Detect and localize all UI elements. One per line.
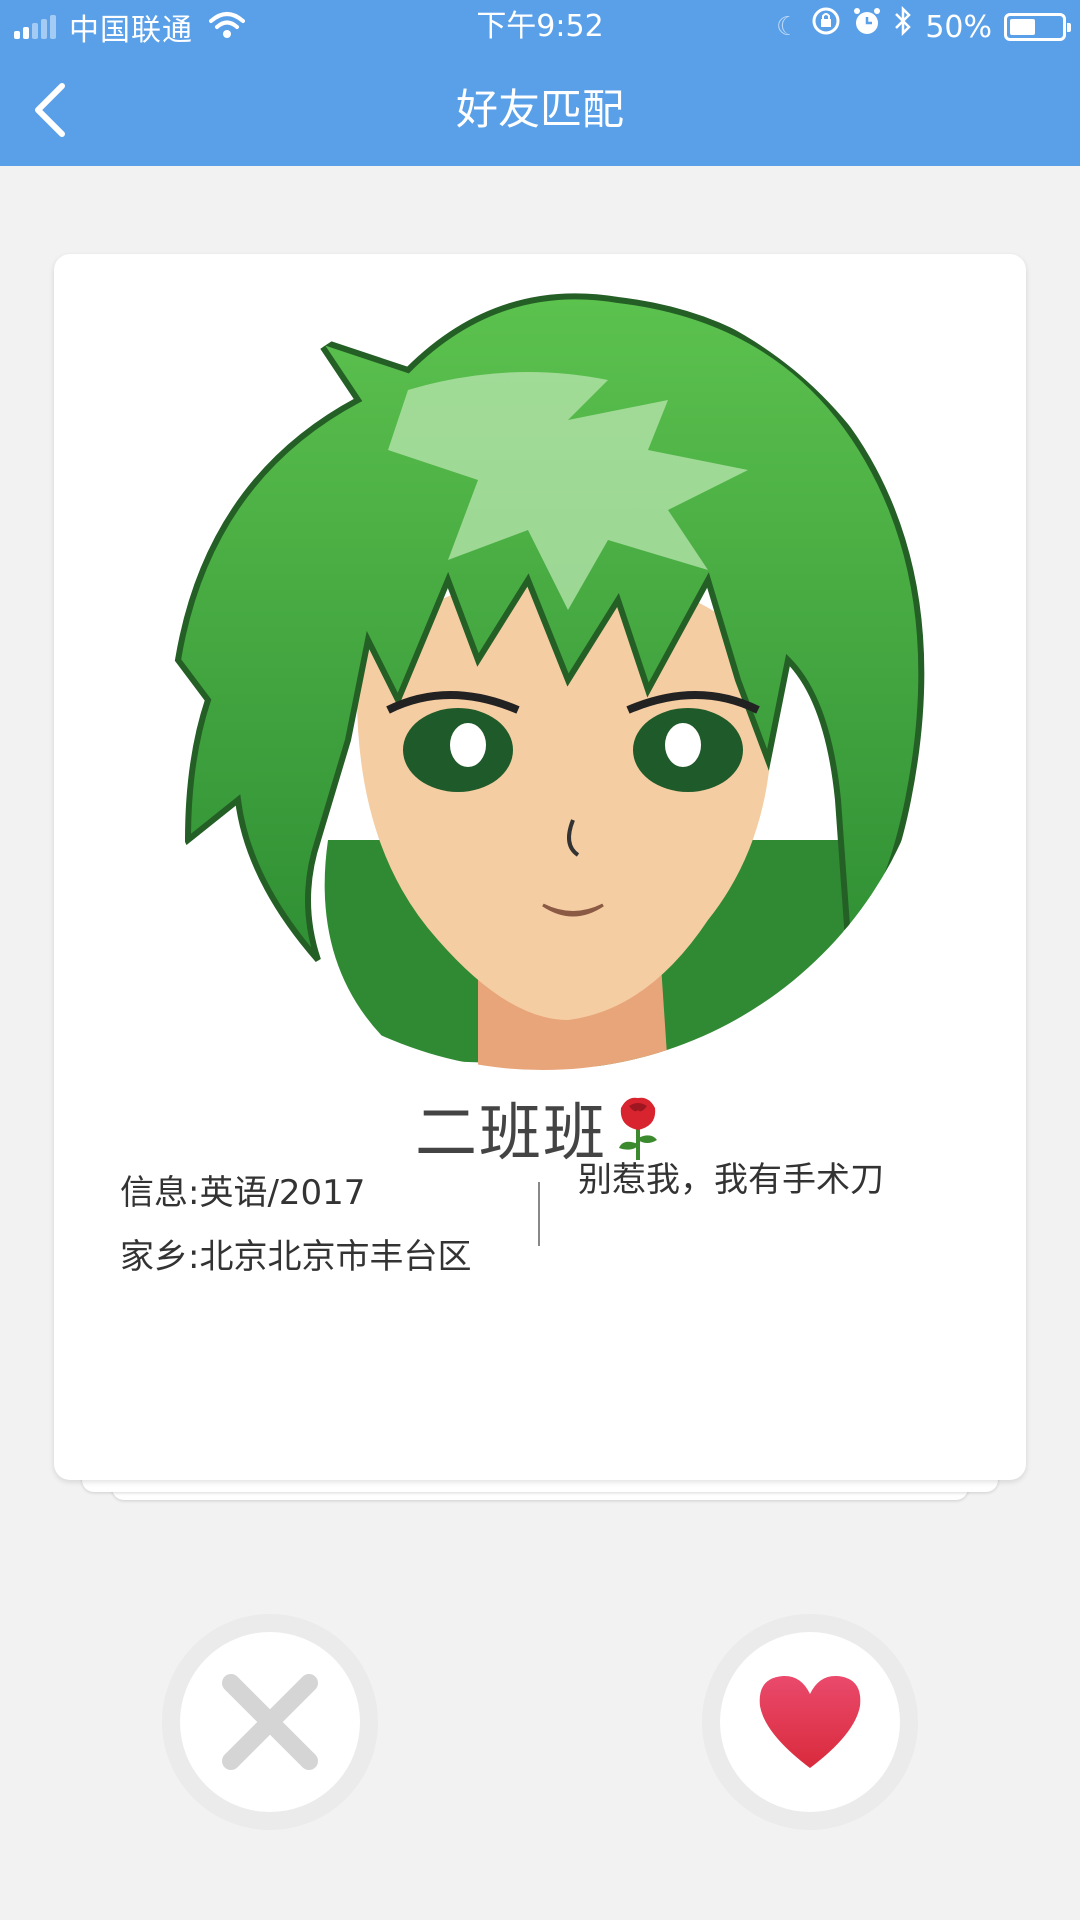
rose-icon: [619, 1097, 657, 1160]
avatar: [148, 280, 938, 1070]
battery-fill: [1010, 19, 1035, 35]
close-icon: [222, 1674, 318, 1770]
bluetooth-icon: [893, 5, 913, 49]
info-divider: [538, 1182, 540, 1246]
app-header: 中国联通 下午9:52 ☾ 50% 好友匹配: [0, 0, 1080, 166]
page-title: 好友匹配: [455, 85, 624, 134]
like-button[interactable]: [702, 1614, 918, 1830]
alarm-icon: [853, 6, 881, 49]
status-bar: 中国联通 下午9:52 ☾ 50%: [0, 0, 1080, 54]
hometown-text: 家乡:北京北京市丰台区: [120, 1237, 472, 1277]
info-column: 信息:英语/2017 家乡:北京北京市丰台区: [120, 1168, 500, 1296]
battery-icon: [1004, 13, 1071, 41]
moon-icon: ☾: [776, 12, 800, 42]
match-card[interactable]: 二班班 信息:英语/2017 家乡:北京北京市丰台区 别惹我，我有手术刀: [54, 254, 1026, 1480]
status-right: ☾ 50%: [776, 5, 1071, 49]
battery-percent: 50%: [925, 9, 992, 45]
nav-bar: 好友匹配: [0, 54, 1080, 166]
reject-button[interactable]: [162, 1614, 378, 1830]
heart-icon: [759, 1675, 861, 1768]
avatar-image: [148, 280, 938, 1070]
signature-text: 别惹我，我有手术刀: [578, 1160, 884, 1200]
info-text: 信息:英语/2017: [120, 1173, 366, 1213]
rotation-lock-icon: [811, 6, 841, 49]
name-row: 二班班: [54, 1082, 1026, 1169]
